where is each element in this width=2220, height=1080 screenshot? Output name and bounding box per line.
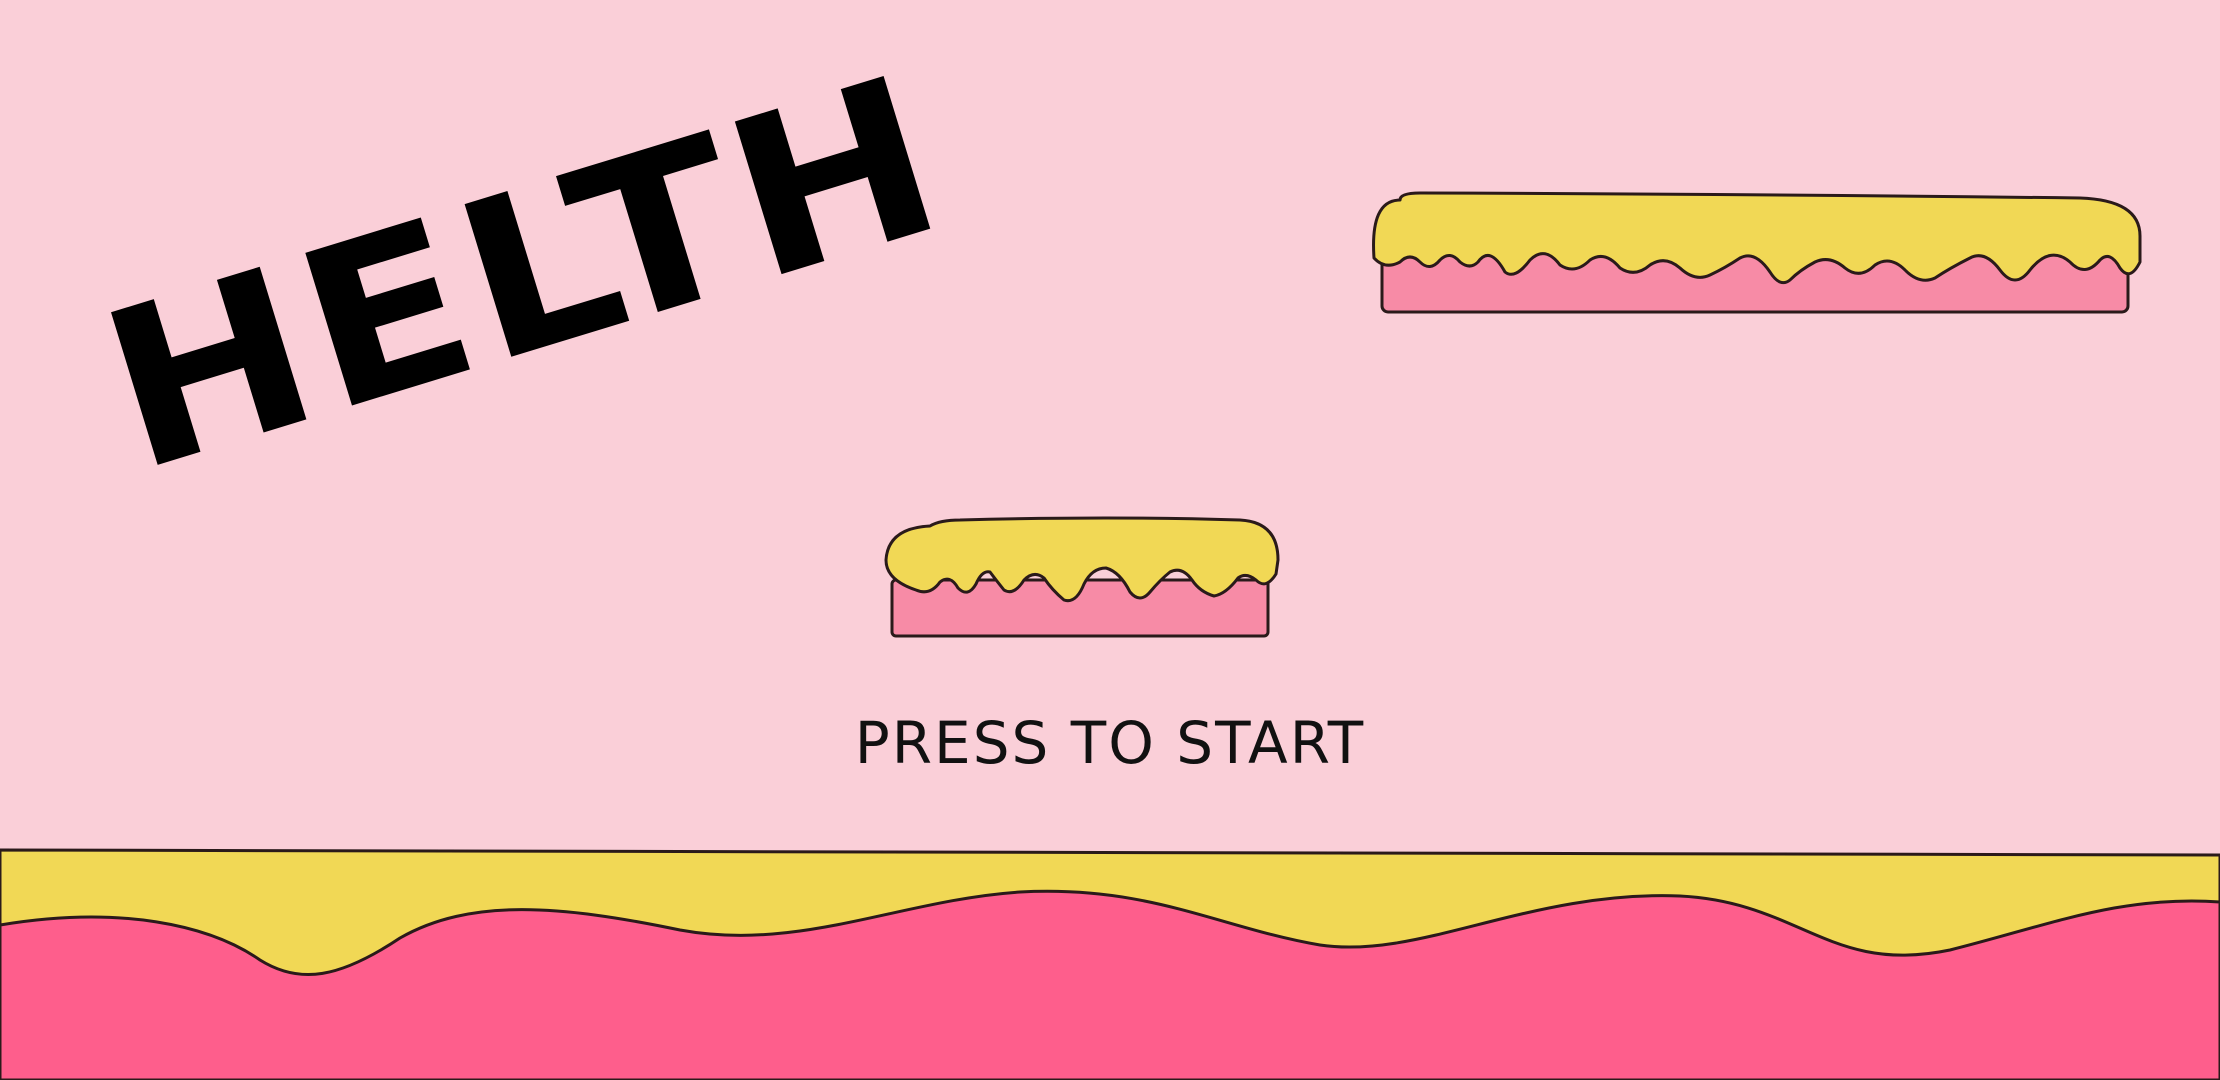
cake-platform-middle [884,516,1280,638]
cake-ground [0,848,2220,1080]
press-to-start-button[interactable]: PRESS TO START [0,708,2220,778]
game-start-screen[interactable]: HELTH PRESS TO START [0,0,2220,1080]
game-scene [0,0,2220,1080]
cake-platform-upper [1372,191,2142,314]
